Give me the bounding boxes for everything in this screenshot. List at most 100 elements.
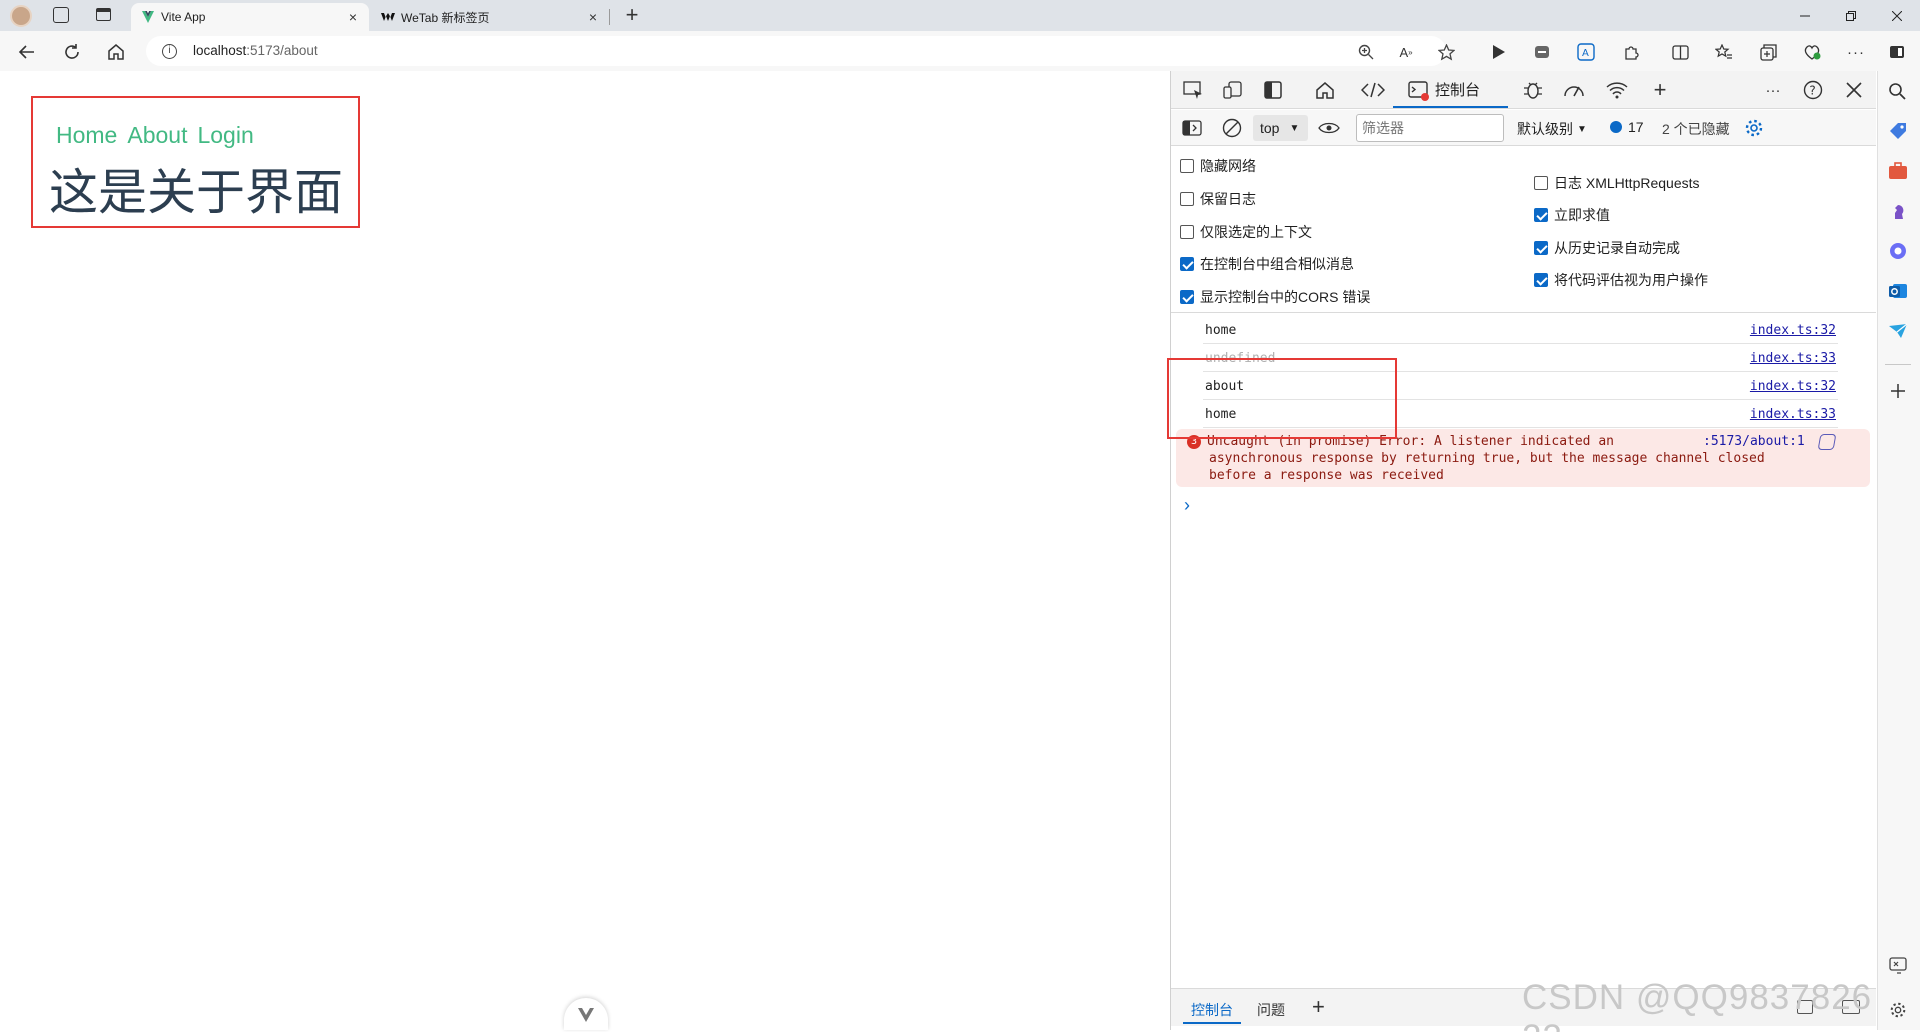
- drawer-tab-console[interactable]: 控制台: [1183, 994, 1241, 1024]
- checkbox[interactable]: [1180, 159, 1194, 173]
- network-wifi-icon[interactable]: [1605, 78, 1629, 102]
- log-source-link[interactable]: index.ts:33: [1750, 407, 1836, 422]
- nav-link-home[interactable]: Home: [56, 122, 117, 149]
- address-bar[interactable]: [146, 36, 1446, 66]
- message-count-badge[interactable]: 17: [1610, 119, 1644, 135]
- drawer-tab-issues[interactable]: 问题: [1257, 1000, 1285, 1020]
- setting-log-xhr[interactable]: 日志 XMLHttpRequests: [1534, 173, 1700, 193]
- clear-console-icon[interactable]: [1222, 118, 1242, 138]
- favorites-icon[interactable]: [1713, 41, 1735, 63]
- drop-send-icon[interactable]: [1887, 320, 1909, 342]
- outlook-icon[interactable]: [1887, 280, 1909, 302]
- read-aloud-icon[interactable]: A»: [1395, 41, 1417, 63]
- error-line: before a response was received: [1209, 468, 1444, 483]
- close-window-button[interactable]: [1874, 0, 1920, 31]
- collections-toolbar-icon[interactable]: [1757, 41, 1779, 63]
- profile-avatar-icon[interactable]: [10, 5, 32, 27]
- checkbox-checked[interactable]: [1534, 273, 1548, 287]
- console-prompt[interactable]: ›: [1184, 495, 1190, 516]
- split-screen-icon[interactable]: [1669, 41, 1691, 63]
- setting-eager-eval[interactable]: 立即求值: [1534, 205, 1610, 225]
- setting-autocomplete-history[interactable]: 从历史记录自动完成: [1534, 238, 1680, 258]
- console-icon: [1408, 80, 1430, 102]
- setting-hide-network[interactable]: 隐藏网络: [1180, 156, 1256, 176]
- setting-label: 立即求值: [1554, 207, 1610, 223]
- context-select[interactable]: top ▼: [1253, 115, 1308, 141]
- browser-essentials-icon[interactable]: [1801, 41, 1823, 63]
- setting-selected-context-only[interactable]: 仅限选定的上下文: [1180, 222, 1312, 242]
- checkbox[interactable]: [1180, 225, 1194, 239]
- checkbox[interactable]: [1180, 192, 1194, 206]
- show-sidebar-icon[interactable]: [1182, 120, 1202, 136]
- inspect-element-icon[interactable]: [1181, 78, 1205, 102]
- welcome-home-icon[interactable]: [1313, 78, 1337, 102]
- back-icon[interactable]: [16, 41, 38, 63]
- setting-show-cors-errors[interactable]: 显示控制台中的CORS 错误: [1180, 287, 1370, 307]
- log-source-link[interactable]: index.ts:33: [1750, 351, 1836, 366]
- tab-vite-app[interactable]: Vite App ×: [131, 3, 369, 31]
- tools-briefcase-icon[interactable]: [1887, 160, 1909, 182]
- reload-icon[interactable]: [61, 41, 83, 63]
- microsoft-365-icon[interactable]: [1887, 240, 1909, 262]
- more-icon[interactable]: ···: [1845, 41, 1867, 63]
- close-devtools-icon[interactable]: [1842, 78, 1866, 102]
- nav-link-about[interactable]: About: [127, 122, 187, 149]
- devtools-more-icon[interactable]: ···: [1761, 78, 1785, 102]
- shopping-tag-icon[interactable]: [1887, 120, 1909, 142]
- error-source-link[interactable]: :5173/about:1: [1703, 434, 1805, 449]
- sources-debugger-icon[interactable]: [1521, 78, 1545, 102]
- drawer-tab-label: 控制台: [1191, 1002, 1233, 1018]
- minimize-button[interactable]: [1782, 0, 1828, 31]
- dock-side-icon[interactable]: [1261, 78, 1285, 102]
- extension-shelf-icon[interactable]: [1531, 41, 1553, 63]
- log-level-value: 默认级别: [1517, 121, 1573, 137]
- checkbox-checked[interactable]: [1534, 241, 1548, 255]
- sidebar-toggle-icon[interactable]: [1886, 41, 1908, 63]
- setting-label: 仅限选定的上下文: [1200, 224, 1312, 240]
- hide-sidebar-icon[interactable]: [1889, 957, 1907, 975]
- extensions-icon[interactable]: [1620, 41, 1642, 63]
- log-level-select[interactable]: 默认级别 ▼: [1517, 119, 1587, 139]
- more-tools-icon[interactable]: +: [1648, 77, 1672, 102]
- checkbox-checked[interactable]: [1180, 257, 1194, 271]
- device-emulation-icon[interactable]: [1221, 78, 1245, 102]
- close-tab-icon[interactable]: ×: [345, 9, 361, 25]
- info-icon[interactable]: i: [162, 44, 177, 59]
- setting-label: 在控制台中组合相似消息: [1200, 256, 1354, 272]
- copilot-explain-icon[interactable]: [1817, 434, 1837, 450]
- vue-devtools-toggle-icon[interactable]: [564, 998, 608, 1030]
- url-text[interactable]: localhost:5173/about: [193, 43, 318, 58]
- live-expression-eye-icon[interactable]: [1318, 121, 1340, 135]
- restore-button[interactable]: [1828, 0, 1874, 31]
- new-tab-button[interactable]: +: [620, 3, 644, 27]
- collections-icon[interactable]: [53, 7, 69, 23]
- page-nav: Home About Login: [56, 122, 254, 149]
- help-icon[interactable]: ?: [1801, 78, 1825, 102]
- checkbox[interactable]: [1534, 176, 1548, 190]
- play-icon[interactable]: [1487, 41, 1509, 63]
- home-icon[interactable]: [105, 41, 127, 63]
- console-settings-gear-icon[interactable]: [1744, 118, 1764, 138]
- log-source-link[interactable]: index.ts:32: [1750, 323, 1836, 338]
- tab-actions-icon[interactable]: [96, 8, 111, 21]
- log-source-link[interactable]: index.ts:32: [1750, 379, 1836, 394]
- translate-icon[interactable]: A: [1575, 41, 1597, 63]
- nav-link-login[interactable]: Login: [197, 122, 253, 149]
- tab-wetab[interactable]: WeTab 新标签页 ×: [371, 3, 609, 31]
- zoom-icon[interactable]: [1355, 41, 1377, 63]
- setting-user-activation[interactable]: 将代码评估视为用户操作: [1534, 270, 1708, 290]
- add-sidebar-app-icon[interactable]: [1890, 383, 1906, 399]
- checkbox-checked[interactable]: [1180, 290, 1194, 304]
- drawer-add-tab-icon[interactable]: +: [1312, 994, 1325, 1020]
- tab-title: Vite App: [161, 10, 206, 24]
- checkbox-checked[interactable]: [1534, 208, 1548, 222]
- console-filter-input[interactable]: [1356, 114, 1504, 142]
- games-chess-icon[interactable]: [1887, 200, 1909, 222]
- close-tab-icon[interactable]: ×: [585, 9, 601, 25]
- setting-preserve-log[interactable]: 保留日志: [1180, 189, 1256, 209]
- search-sidebar-icon[interactable]: [1888, 82, 1906, 100]
- favorite-star-icon[interactable]: [1435, 41, 1457, 63]
- elements-icon[interactable]: [1361, 78, 1385, 102]
- performance-icon[interactable]: [1562, 78, 1586, 102]
- setting-group-similar[interactable]: 在控制台中组合相似消息: [1180, 254, 1354, 274]
